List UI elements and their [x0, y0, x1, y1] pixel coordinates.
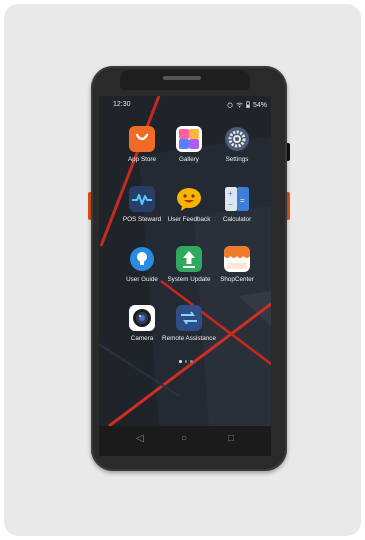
recents-button[interactable]: □ [228, 434, 234, 444]
page-dot [184, 360, 187, 363]
navigation-bar: ◁ ○ □ [99, 426, 271, 456]
device-screen: 12:30 54% App Store Gallery Settings POS… [99, 96, 271, 426]
device-top-cap [120, 70, 250, 90]
home-button[interactable]: ○ [181, 434, 187, 444]
app-shop-center[interactable]: ShopCenter [207, 246, 267, 283]
alarm-icon [227, 102, 233, 110]
gallery-icon [176, 126, 202, 152]
user-feedback-icon [176, 186, 202, 212]
wifi-icon [236, 102, 243, 110]
app-label: Calculator [222, 216, 252, 223]
app-label: Settings [225, 156, 249, 163]
svg-text:=: = [240, 196, 245, 205]
page-indicator [179, 360, 193, 363]
settings-icon [224, 126, 250, 152]
status-bar: 12:30 54% [99, 96, 271, 112]
app-remote-assistance[interactable]: Remote Assistance [159, 305, 219, 342]
app-store-icon [129, 126, 155, 152]
page-dot [190, 360, 193, 363]
app-calculator[interactable]: + − = Calculator [207, 186, 267, 223]
camera-icon [129, 305, 155, 331]
remote-assistance-icon [176, 305, 202, 331]
system-update-icon [176, 246, 202, 272]
clock: 12:30 [113, 101, 131, 108]
user-guide-icon [129, 246, 155, 272]
pos-steward-icon [129, 186, 155, 212]
app-label: Remote Assistance [162, 335, 216, 342]
earpiece-speaker [163, 76, 201, 80]
app-settings[interactable]: Settings [207, 126, 267, 163]
svg-text:+: + [228, 189, 233, 198]
svg-text:−: − [228, 200, 233, 209]
page-dot [179, 360, 182, 363]
app-label: ShopCenter [220, 276, 254, 283]
back-button[interactable]: ◁ [136, 434, 144, 444]
battery-icon [246, 101, 250, 110]
shop-center-icon [224, 246, 250, 272]
battery-percent: 54% [252, 102, 267, 109]
calculator-icon: + − = [224, 186, 250, 212]
